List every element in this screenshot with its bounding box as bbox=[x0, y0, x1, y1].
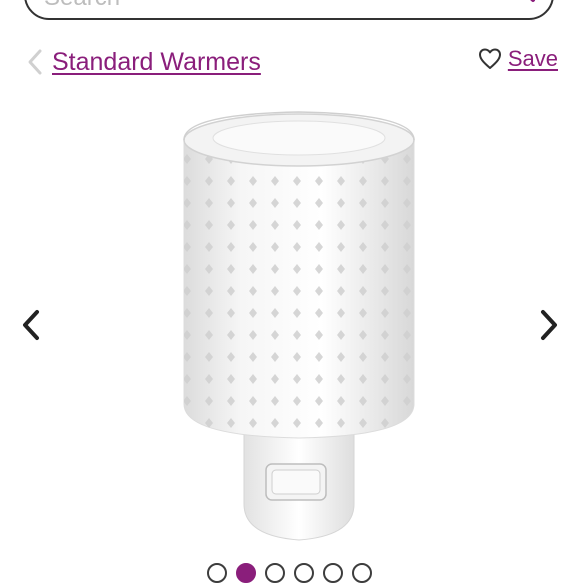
chevron-right-icon[interactable] bbox=[538, 308, 560, 342]
product-image[interactable] bbox=[176, 104, 422, 544]
chevron-left-icon[interactable] bbox=[26, 47, 44, 77]
save-control[interactable]: Save bbox=[478, 46, 558, 72]
search-icon[interactable] bbox=[502, 0, 536, 4]
search-input[interactable]: Search bbox=[24, 0, 554, 20]
carousel-dot[interactable] bbox=[207, 563, 227, 583]
carousel-dot[interactable] bbox=[265, 563, 285, 583]
carousel-dot[interactable] bbox=[323, 563, 343, 583]
breadcrumb: Standard Warmers bbox=[26, 44, 261, 80]
carousel-dot[interactable] bbox=[294, 563, 314, 583]
carousel-dot[interactable] bbox=[352, 563, 372, 583]
heart-outline-icon[interactable] bbox=[478, 47, 502, 71]
search-placeholder: Search bbox=[44, 0, 120, 12]
carousel-dot-active[interactable] bbox=[236, 563, 256, 583]
carousel-pagination bbox=[207, 563, 372, 583]
product-image-carousel bbox=[10, 94, 570, 544]
breadcrumb-link-standard-warmers[interactable]: Standard Warmers bbox=[52, 48, 261, 77]
chevron-left-icon[interactable] bbox=[20, 308, 42, 342]
save-button[interactable]: Save bbox=[508, 46, 558, 72]
